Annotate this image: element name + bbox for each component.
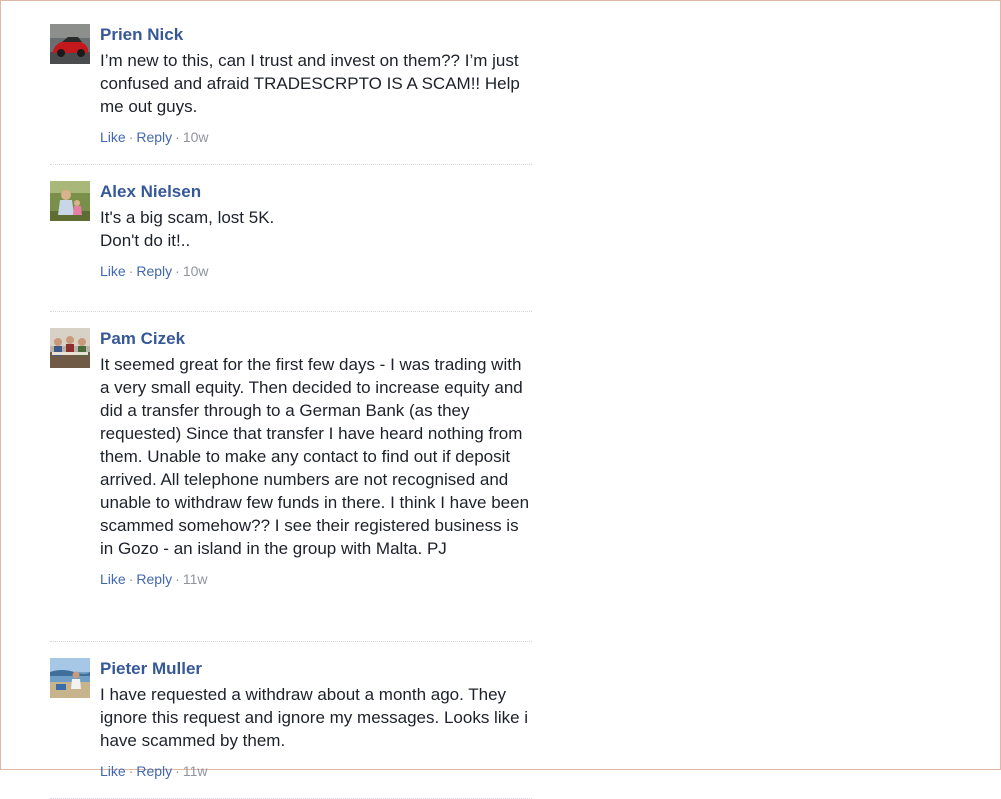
comment-list: Prien Nick I’m new to this, can I trust … bbox=[50, 21, 532, 799]
page-frame: Prien Nick I’m new to this, can I trust … bbox=[0, 0, 1001, 799]
comment-item: Alex Nielsen It's a big scam, lost 5K. D… bbox=[50, 178, 532, 312]
reply-link[interactable]: Reply bbox=[136, 263, 172, 279]
comment-actions: Like · Reply · 11w bbox=[100, 761, 532, 781]
like-link[interactable]: Like bbox=[100, 571, 126, 587]
person-outdoors-photo-icon bbox=[50, 181, 90, 221]
comment-timestamp[interactable]: 10w bbox=[183, 129, 209, 145]
avatar[interactable] bbox=[50, 658, 90, 698]
separator-dot: · bbox=[175, 571, 180, 587]
comment-author-link[interactable]: Pieter Muller bbox=[100, 657, 202, 681]
separator-dot: · bbox=[175, 263, 180, 279]
separator-dot: · bbox=[128, 571, 134, 587]
separator-dot: · bbox=[175, 129, 180, 145]
comment-actions: Like · Reply · 10w bbox=[100, 127, 532, 147]
reply-link[interactable]: Reply bbox=[136, 763, 172, 779]
comment-text: It seemed great for the first few days -… bbox=[100, 355, 530, 558]
comment-author-link[interactable]: Pam Cizek bbox=[100, 327, 185, 351]
separator-dot: · bbox=[128, 763, 134, 779]
like-link[interactable]: Like bbox=[100, 263, 126, 279]
like-link[interactable]: Like bbox=[100, 763, 126, 779]
comment-text: I’m new to this, can I trust and invest … bbox=[100, 51, 520, 116]
avatar[interactable] bbox=[50, 328, 90, 368]
comment-author-link[interactable]: Prien Nick bbox=[100, 23, 183, 47]
avatar[interactable] bbox=[50, 181, 90, 221]
like-link[interactable]: Like bbox=[100, 129, 126, 145]
comment-item: Prien Nick I’m new to this, can I trust … bbox=[50, 21, 532, 165]
comment-actions: Like · Reply · 10w bbox=[100, 261, 532, 281]
people-at-table-photo-icon bbox=[50, 328, 90, 368]
avatar[interactable] bbox=[50, 24, 90, 64]
comment-timestamp[interactable]: 11w bbox=[183, 571, 208, 587]
red-sports-car-photo-icon bbox=[50, 24, 90, 64]
separator-dot: · bbox=[128, 263, 134, 279]
separator-dot: · bbox=[175, 763, 180, 779]
reply-link[interactable]: Reply bbox=[136, 129, 172, 145]
comment-timestamp[interactable]: 11w bbox=[183, 763, 208, 779]
comment-text: It's a big scam, lost 5K. Don't do it!.. bbox=[100, 208, 275, 250]
comment-actions: Like · Reply · 11w bbox=[100, 569, 532, 589]
separator-dot: · bbox=[128, 129, 134, 145]
person-on-beach-photo-icon bbox=[50, 658, 90, 698]
reply-link[interactable]: Reply bbox=[136, 571, 172, 587]
comment-timestamp[interactable]: 10w bbox=[183, 263, 209, 279]
comment-author-link[interactable]: Alex Nielsen bbox=[100, 180, 201, 204]
comment-item: Pam Cizek It seemed great for the first … bbox=[50, 325, 532, 642]
comment-text: I have requested a withdraw about a mont… bbox=[100, 685, 529, 750]
comment-item: Pieter Muller I have requested a withdra… bbox=[50, 655, 532, 799]
